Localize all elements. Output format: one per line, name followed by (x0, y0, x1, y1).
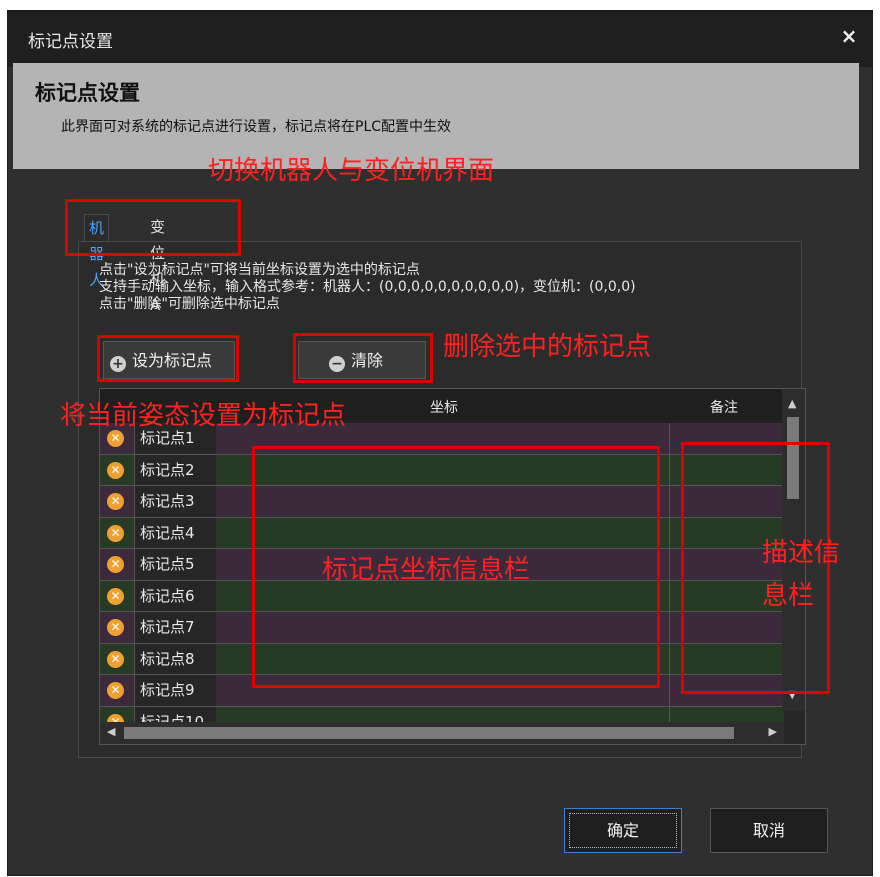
note-cell[interactable] (669, 643, 670, 674)
vertical-scrollbar[interactable]: ▲ ▼ (782, 389, 805, 711)
info-line: 点击"删除"可删除选中标记点 (99, 296, 280, 312)
info-line: 支持手动输入坐标，输入格式参考：机器人：(0,0,0,0,0,0,0,0,0,0… (99, 279, 636, 295)
table-row[interactable]: ✕ 标记点5 (100, 549, 784, 581)
delete-row-icon[interactable]: ✕ (107, 650, 124, 668)
row-label: 标记点7 (134, 612, 216, 643)
delete-row-icon[interactable]: ✕ (107, 587, 124, 605)
page-header: 标记点设置 此界面可对系统的标记点进行设置，标记点将在PLC配置中生效 (13, 63, 859, 169)
delete-row-icon[interactable]: ✕ (107, 430, 124, 447)
tab-robot[interactable]: 机器人 (84, 214, 110, 289)
table-header: 坐标 备注 (100, 389, 784, 423)
column-header-coord: 坐标 (430, 400, 458, 416)
row-label: 标记点4 (134, 517, 216, 548)
note-cell[interactable] (669, 580, 670, 611)
note-cell[interactable] (669, 612, 670, 643)
table-row[interactable]: ✕ 标记点7 (100, 612, 784, 644)
note-cell[interactable] (669, 549, 670, 580)
table-row[interactable]: ✕ 标记点8 (100, 643, 784, 675)
note-cell[interactable] (669, 517, 670, 548)
column-header-note: 备注 (710, 400, 738, 416)
scroll-down-icon[interactable]: ▼ (788, 688, 796, 701)
marker-table: 坐标 备注 ✕ 标记点1 ✕ 标记点2 ✕ 标记点3 ✕ 标记点4 ✕ 标记点5 ✕ 标记点6 ✕ 标记点… (99, 388, 806, 745)
table-row[interactable]: ✕ 标记点9 (100, 675, 784, 707)
row-label: 标记点6 (134, 580, 216, 611)
note-cell[interactable] (669, 423, 670, 454)
table-row[interactable]: ✕ 标记点6 (100, 580, 784, 612)
scroll-right-icon[interactable]: ▶ (769, 725, 777, 738)
info-text: 点击"设为标记点"可将当前坐标设置为选中的标记点 支持手动输入坐标，输入格式参考… (99, 262, 636, 313)
delete-row-icon[interactable]: ✕ (107, 556, 124, 573)
cancel-label: 取消 (752, 821, 785, 840)
note-cell[interactable] (669, 454, 670, 485)
row-label: 标记点9 (134, 675, 216, 706)
plus-icon: + (110, 356, 126, 372)
row-label: 标记点3 (134, 486, 216, 517)
minus-icon: − (329, 356, 345, 372)
note-cell[interactable] (669, 675, 670, 706)
delete-row-icon[interactable]: ✕ (107, 461, 124, 479)
table-row[interactable]: ✕ 标记点1 (100, 423, 784, 455)
table-row[interactable]: ✕ 标记点3 (100, 486, 784, 518)
clear-button[interactable]: − 清除 (298, 341, 426, 379)
ok-button[interactable]: 确定 (564, 808, 682, 853)
delete-row-icon[interactable]: ✕ (107, 619, 124, 636)
page-title: 标记点设置 (35, 80, 140, 105)
row-label: 标记点2 (134, 454, 216, 485)
row-label: 标记点8 (134, 643, 216, 674)
focus-ring (569, 813, 677, 848)
info-line: 点击"设为标记点"可将当前坐标设置为选中的标记点 (99, 262, 420, 278)
page-description: 此界面可对系统的标记点进行设置，标记点将在PLC配置中生效 (61, 119, 452, 135)
scroll-thumb[interactable] (124, 727, 734, 739)
set-marker-button[interactable]: + 设为标记点 (103, 341, 235, 379)
cancel-button[interactable]: 取消 (710, 808, 828, 853)
scroll-up-icon[interactable]: ▲ (788, 397, 796, 410)
close-icon[interactable]: × (836, 23, 862, 49)
scroll-thumb[interactable] (787, 417, 799, 499)
window-title: 标记点设置 (28, 32, 113, 52)
row-label: 标记点1 (134, 423, 216, 454)
scroll-left-icon[interactable]: ◀ (107, 725, 115, 738)
row-label: 标记点5 (134, 549, 216, 580)
set-marker-label: 设为标记点 (132, 351, 213, 370)
table-row[interactable]: ✕ 标记点2 (100, 454, 784, 486)
title-bar: 标记点设置 × (8, 11, 872, 67)
table-body: ✕ 标记点1 ✕ 标记点2 ✕ 标记点3 ✕ 标记点4 ✕ 标记点5 ✕ 标记点6 ✕ 标记点7 ✕ 标记点8… (100, 423, 784, 738)
horizontal-scrollbar[interactable]: ◀ ▶ (100, 722, 784, 744)
delete-row-icon[interactable]: ✕ (107, 524, 124, 542)
tab-positioner-a[interactable]: 变位机A (146, 214, 169, 314)
table-row[interactable]: ✕ 标记点4 (100, 517, 784, 549)
delete-row-icon[interactable]: ✕ (107, 493, 124, 510)
note-cell[interactable] (669, 486, 670, 517)
delete-row-icon[interactable]: ✕ (107, 682, 124, 699)
clear-label: 清除 (351, 351, 384, 370)
